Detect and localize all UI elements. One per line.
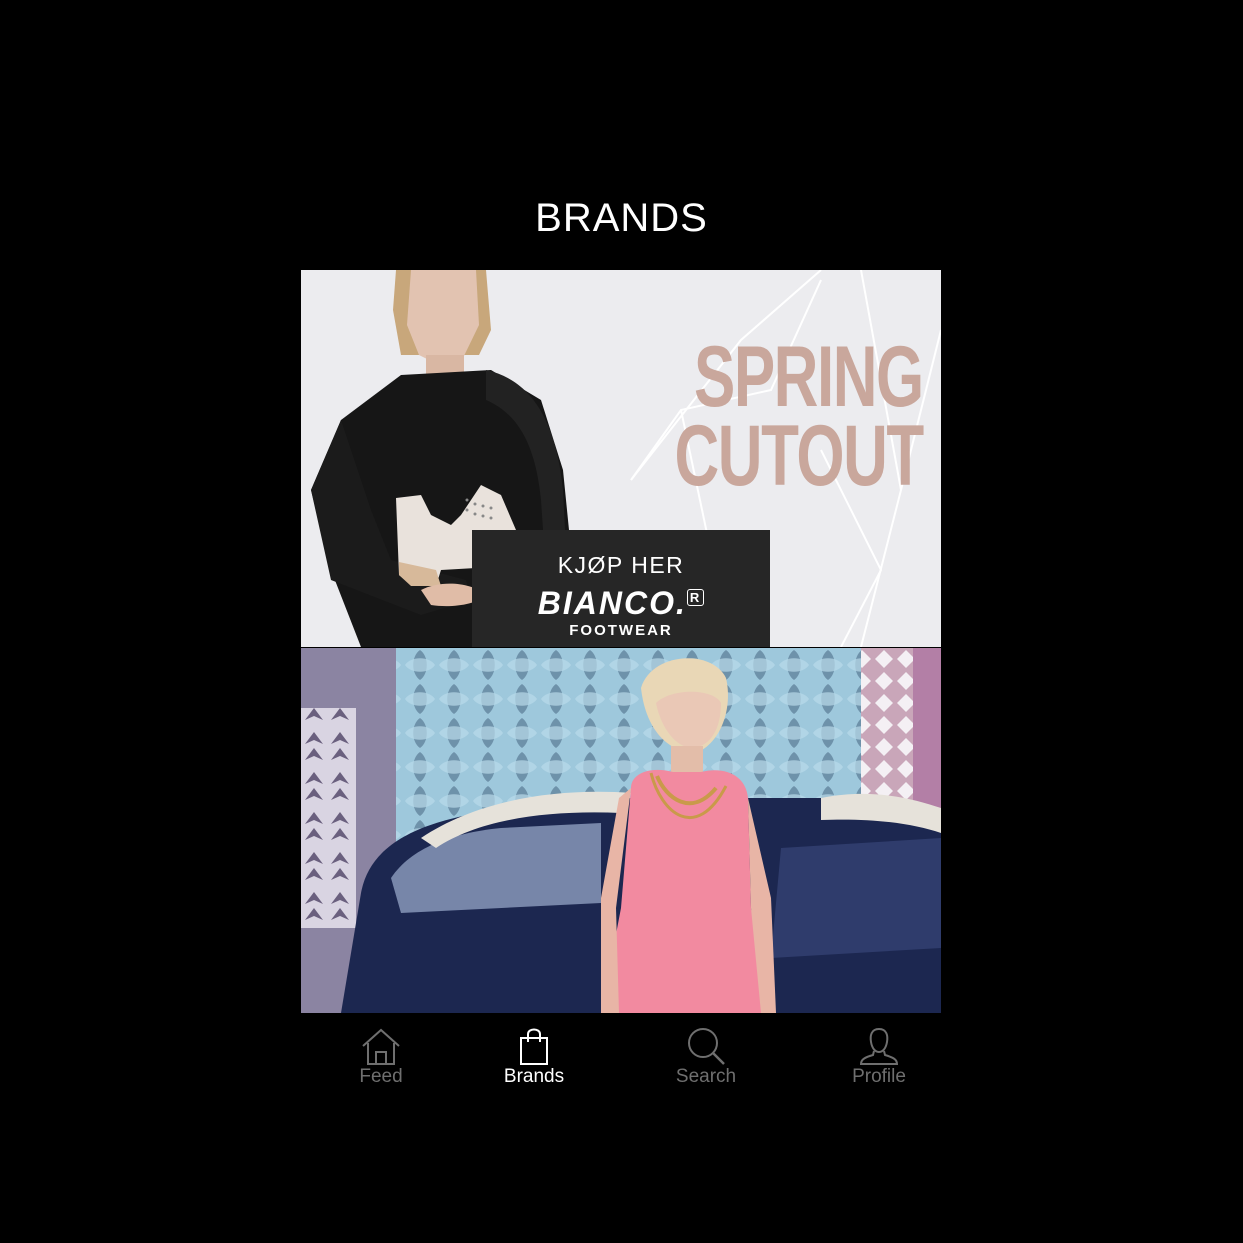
registered-mark: R [686,589,705,607]
brand-card-bianco[interactable]: SPRING CUTOUT KJØP HER BIANCO. R FOOTWEAR [301,270,941,647]
tab-brands[interactable]: Brands [454,1020,614,1100]
home-icon [362,1028,400,1065]
model-with-car-photo [301,648,941,1013]
shopping-bag-icon [520,1028,548,1065]
search-icon [688,1028,725,1065]
brand-logo: BIANCO. R [472,585,770,622]
brand-card-2[interactable] [301,648,941,1013]
tab-search[interactable]: Search [626,1020,786,1100]
promo-headline: SPRING CUTOUT [578,329,925,505]
cta-label: KJØP HER [557,552,685,578]
page-title: BRANDS [535,196,708,240]
bottom-tab-bar: Feed Brands Search Profile [301,1020,941,1100]
shop-here-button[interactable]: KJØP HER BIANCO. R FOOTWEAR [472,530,770,647]
promo-line-1: SPRING [694,329,924,425]
tab-profile-label: Profile [852,1066,906,1087]
tab-brands-label: Brands [503,1066,565,1087]
profile-icon [859,1027,899,1065]
promo-line-2: CUTOUT [674,408,925,505]
tab-profile[interactable]: Profile [799,1020,959,1100]
tab-feed[interactable]: Feed [301,1020,461,1100]
brand-logo-subtitle: FOOTWEAR [569,622,673,639]
tab-search-label: Search [675,1066,737,1087]
tab-feed-label: Feed [359,1066,403,1087]
